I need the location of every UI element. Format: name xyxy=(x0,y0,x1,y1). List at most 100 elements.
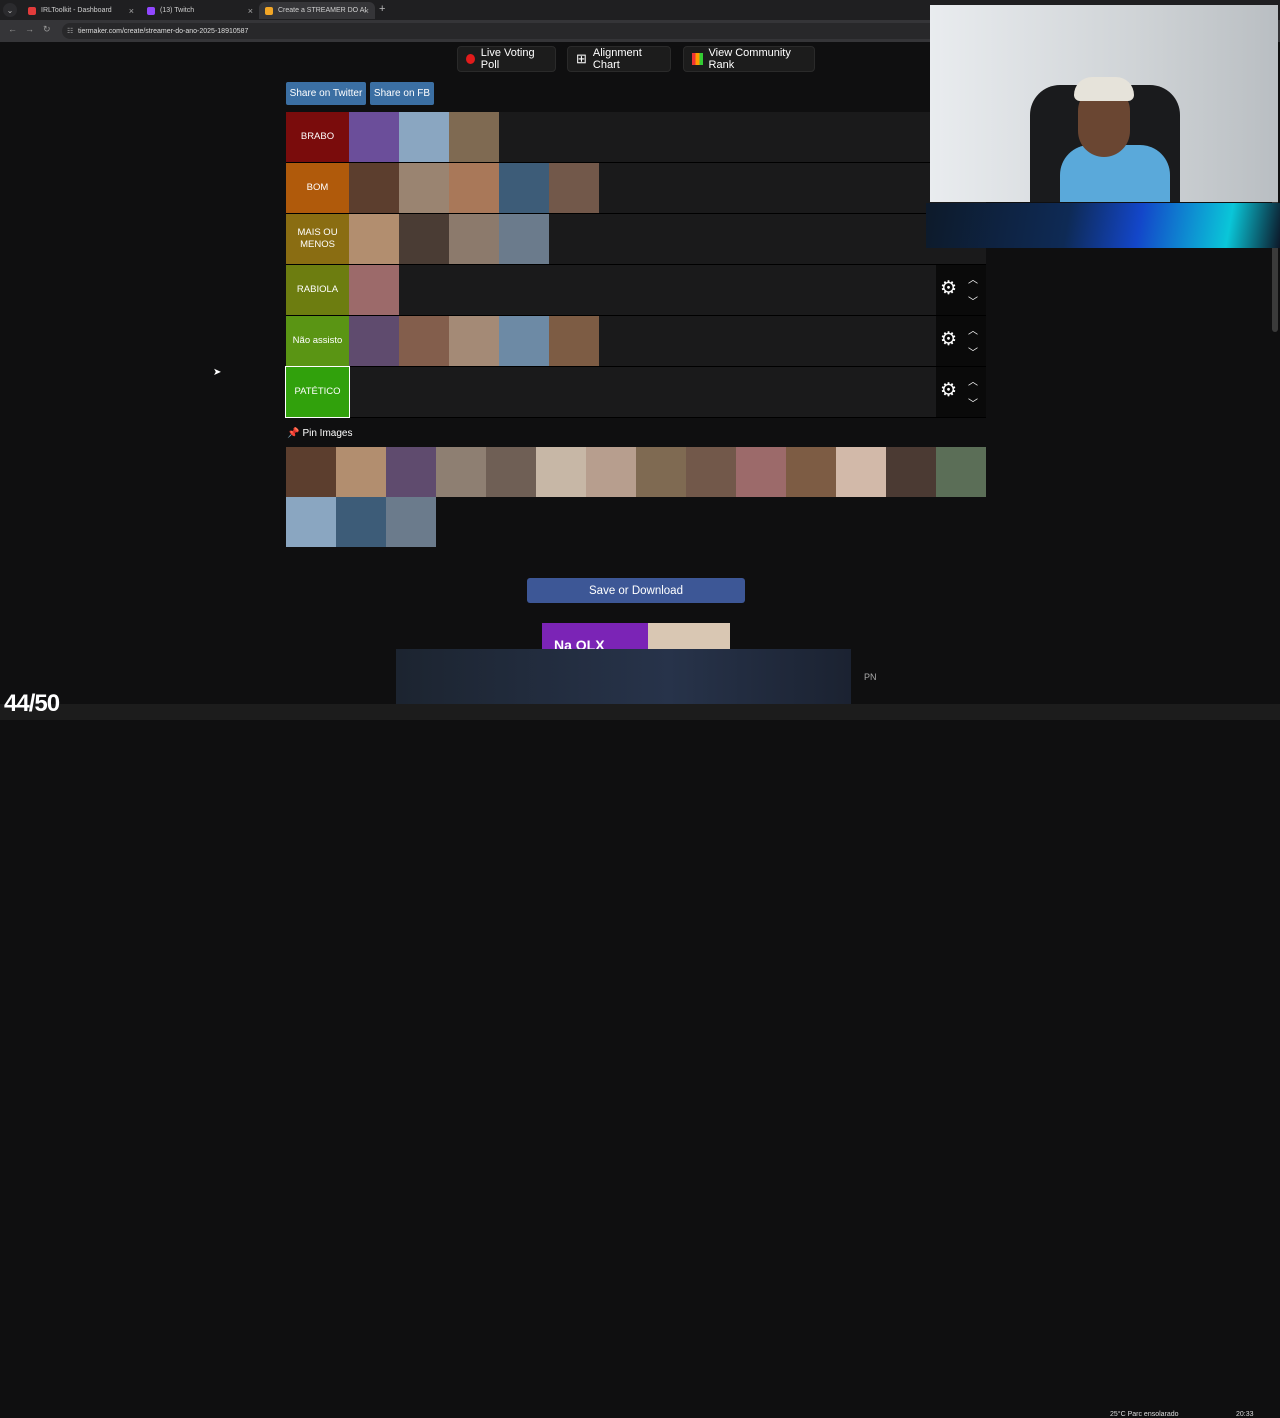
pool-item-thumbnail[interactable] xyxy=(836,447,886,497)
tier-label[interactable]: RABIOLA xyxy=(286,265,349,315)
tier-item-thumbnail[interactable] xyxy=(549,163,599,213)
color-grid-icon xyxy=(692,53,703,65)
live-voting-poll-button[interactable]: Live Voting Poll xyxy=(457,46,556,72)
tier-item-thumbnail[interactable] xyxy=(449,112,499,162)
pool-item-thumbnail[interactable] xyxy=(936,447,986,497)
view-community-rank-button[interactable]: View Community Rank xyxy=(683,46,815,72)
close-tab-icon[interactable]: × xyxy=(248,6,253,16)
tiermaker-favicon-icon xyxy=(265,6,273,15)
ad-image xyxy=(648,623,730,649)
gear-icon[interactable]: ⚙ xyxy=(940,279,957,299)
clock-text: 20:33 xyxy=(1236,1411,1254,1418)
pool-item-thumbnail[interactable] xyxy=(886,447,936,497)
tier-item-thumbnail[interactable] xyxy=(449,163,499,213)
tier-label[interactable]: PATÉTICO xyxy=(285,366,350,418)
tier-controls: ⚙ ︿ ﹀ xyxy=(936,316,986,366)
share-twitter-button[interactable]: Share on Twitter xyxy=(286,82,366,105)
pool-item-thumbnail[interactable] xyxy=(386,447,436,497)
tier-label[interactable]: BOM xyxy=(286,163,349,213)
pin-icon: 📌 xyxy=(287,428,300,439)
tier-item-thumbnail[interactable] xyxy=(499,214,549,264)
alignment-chart-button[interactable]: ⊞ Alignment Chart xyxy=(567,46,671,72)
tab-tiermaker[interactable]: Create a STREAMER DO ANO D × xyxy=(259,2,375,19)
tier-item-thumbnail[interactable] xyxy=(349,265,399,315)
weather-text: 25°C Parc ensolarado xyxy=(1110,1411,1179,1418)
tier-row: RABIOLA ⚙ ︿ ﹀ xyxy=(286,265,986,316)
save-or-download-button[interactable]: Save or Download xyxy=(527,578,745,603)
live-voting-poll-label: Live Voting Poll xyxy=(480,47,535,71)
tier-item-thumbnail[interactable] xyxy=(399,316,449,366)
tier-item-thumbnail[interactable] xyxy=(499,163,549,213)
image-pool xyxy=(286,447,986,547)
forward-icon[interactable]: → xyxy=(25,24,34,34)
tab-title: IRLToolkit - Dashboard xyxy=(41,7,112,14)
tier-item-thumbnail[interactable] xyxy=(399,163,449,213)
url-input[interactable]: ☷ tiermaker.com/create/streamer-do-ano-2… xyxy=(62,23,942,39)
pool-item-thumbnail[interactable] xyxy=(736,447,786,497)
site-info-icon[interactable]: ☷ xyxy=(67,27,73,35)
gear-icon[interactable]: ⚙ xyxy=(940,381,957,401)
tier-item-thumbnail[interactable] xyxy=(349,163,399,213)
tier-item-thumbnail[interactable] xyxy=(399,112,449,162)
mouse-cursor-icon: ➤ xyxy=(213,367,222,378)
advertisement-bottom[interactable] xyxy=(396,649,851,704)
reload-icon[interactable]: ↻ xyxy=(43,24,51,35)
back-icon[interactable]: ← xyxy=(8,24,17,34)
pool-item-thumbnail[interactable] xyxy=(586,447,636,497)
tier-row: Não assisto ⚙ ︿ ﹀ xyxy=(286,316,986,367)
irltoolkit-favicon-icon xyxy=(28,6,36,15)
new-tab-button[interactable]: + xyxy=(379,3,385,15)
pool-item-thumbnail[interactable] xyxy=(386,497,436,547)
pool-item-thumbnail[interactable] xyxy=(436,447,486,497)
advertisement-banner[interactable]: Na OLX xyxy=(542,623,730,649)
chevron-up-icon[interactable]: ︿ xyxy=(968,373,978,388)
taskbar: 25°C Parc ensolarado 20:33 xyxy=(0,704,1280,1418)
pool-item-thumbnail[interactable] xyxy=(536,447,586,497)
tab-search-button[interactable]: ⌄ xyxy=(3,3,17,17)
tier-item-thumbnail[interactable] xyxy=(349,112,399,162)
pool-item-thumbnail[interactable] xyxy=(336,447,386,497)
pool-item-thumbnail[interactable] xyxy=(286,497,336,547)
tier-row: BOM xyxy=(286,163,986,214)
tab-twitch[interactable]: (13) Twitch × xyxy=(141,2,259,19)
tier-row: MAIS OU MENOS xyxy=(286,214,986,265)
url-text: tiermaker.com/create/streamer-do-ano-202… xyxy=(78,27,249,35)
webcam-overlay xyxy=(930,5,1278,202)
pool-item-thumbnail[interactable] xyxy=(486,447,536,497)
chevron-up-icon[interactable]: ︿ xyxy=(968,271,978,286)
pool-item-thumbnail[interactable] xyxy=(336,497,386,547)
record-dot-icon xyxy=(466,54,475,64)
tier-item-thumbnail[interactable] xyxy=(449,214,499,264)
alignment-chart-label: Alignment Chart xyxy=(592,47,642,71)
tier-list: BRABO BOM MAIS OU MENOS RABIOLA ⚙ ︿ ﹀ Não assis… xyxy=(285,112,986,418)
close-tab-icon[interactable]: × xyxy=(129,6,134,16)
share-fb-button[interactable]: Share on FB xyxy=(370,82,434,105)
tab-irltoolkit[interactable]: IRLToolkit - Dashboard × xyxy=(22,2,140,19)
ad-side-text: PN xyxy=(864,672,877,682)
tier-label[interactable]: BRABO xyxy=(286,112,349,162)
tier-label[interactable]: Não assisto xyxy=(286,316,349,366)
pool-item-thumbnail[interactable] xyxy=(686,447,736,497)
chevron-up-icon[interactable]: ︿ xyxy=(968,322,978,337)
chevron-down-icon[interactable]: ﹀ xyxy=(968,395,978,410)
view-community-rank-label: View Community Rank xyxy=(708,47,791,71)
tier-item-thumbnail[interactable] xyxy=(349,214,399,264)
gear-icon[interactable]: ⚙ xyxy=(940,330,957,350)
close-tab-icon[interactable]: × xyxy=(364,6,369,16)
twitch-favicon-icon xyxy=(147,6,155,15)
tier-label[interactable]: MAIS OU MENOS xyxy=(286,214,349,264)
tier-item-thumbnail[interactable] xyxy=(349,316,399,366)
tier-controls: ⚙ ︿ ﹀ xyxy=(936,265,986,315)
chevron-down-icon[interactable]: ﹀ xyxy=(968,344,978,359)
tier-item-thumbnail[interactable] xyxy=(499,316,549,366)
pool-item-thumbnail[interactable] xyxy=(286,447,336,497)
pool-item-thumbnail[interactable] xyxy=(636,447,686,497)
pool-item-thumbnail[interactable] xyxy=(786,447,836,497)
grid-icon: ⊞ xyxy=(576,51,587,66)
chevron-down-icon[interactable]: ﹀ xyxy=(968,293,978,308)
tab-title: (13) Twitch xyxy=(160,7,195,14)
tier-item-thumbnail[interactable] xyxy=(549,316,599,366)
pin-images-toggle[interactable]: 📌 Pin Images xyxy=(287,428,352,439)
tier-item-thumbnail[interactable] xyxy=(399,214,449,264)
tier-item-thumbnail[interactable] xyxy=(449,316,499,366)
